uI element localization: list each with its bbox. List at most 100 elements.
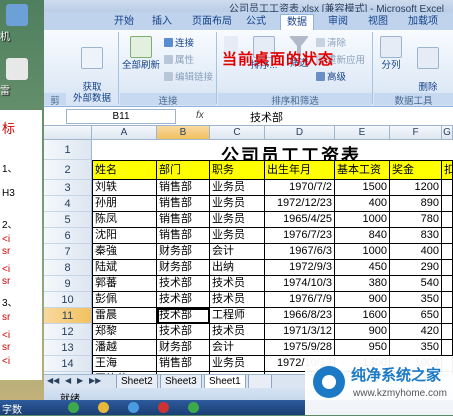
table-cell[interactable]: 陆斌 [92,260,157,276]
table-cell[interactable]: 400 [390,244,442,260]
row-header-3[interactable]: 3 [44,180,92,196]
table-cell[interactable]: 秦強 [92,244,157,260]
table-cell[interactable]: 业务员 [210,180,265,196]
row-header-4[interactable]: 4 [44,196,92,212]
table-cell[interactable]: 900 [335,324,390,340]
row-header-8[interactable]: 8 [44,260,92,276]
table-cell[interactable]: 销售部 [157,356,210,372]
table-cell[interactable]: 刘轶 [92,180,157,196]
row-header-9[interactable]: 9 [44,276,92,292]
select-all-corner[interactable] [44,126,92,140]
table-cell[interactable]: 1976/7/23 [265,228,335,244]
table-cell[interactable]: 财务部 [157,260,210,276]
row-header-10[interactable]: 10 [44,292,92,308]
table-cell[interactable]: 1974/10/3 [265,276,335,292]
taskbar-app-icon-5[interactable] [188,402,199,413]
column-header-g[interactable]: G [442,126,453,140]
active-cell[interactable]: 技术部 [157,308,210,324]
table-cell[interactable]: 840 [335,228,390,244]
table-header-cell[interactable]: 出生年月 [265,160,335,180]
table-cell[interactable]: 销售部 [157,212,210,228]
table-cell[interactable]: 会计 [210,244,265,260]
table-cell[interactable]: 雷晨 [92,308,157,324]
refresh-all-button[interactable]: 全部刷新 [120,36,162,71]
tab-view[interactable]: 视图 [362,14,394,30]
row-header-12[interactable]: 12 [44,324,92,340]
table-cell[interactable]: 1000 [335,244,390,260]
table-cell[interactable]: 技术部 [157,276,210,292]
row-header-11[interactable]: 11 [44,308,92,324]
table-cell[interactable]: 950 [335,340,390,356]
taskbar-app-icon-1[interactable] [68,402,79,413]
table-cell[interactable] [442,180,453,196]
table-cell[interactable]: 290 [390,260,442,276]
table-cell[interactable]: 财务部 [157,244,210,260]
edit-links-button[interactable]: 编辑链接 [164,69,213,83]
table-cell[interactable]: 540 [390,276,442,292]
table-cell[interactable]: 400 [335,196,390,212]
table-cell[interactable]: 650 [390,308,442,324]
table-header-cell[interactable]: 部门 [157,160,210,180]
clear-button[interactable]: 清除 [316,35,346,49]
sheet-tab-sheet1[interactable]: Sheet1 [204,375,246,389]
row-header-5[interactable]: 5 [44,212,92,228]
taskbar-app-icon-3[interactable] [128,402,139,413]
prev-sheet-icon[interactable]: ◀ [65,376,71,385]
table-cell[interactable] [442,340,453,356]
table-cell[interactable]: 1967/6/3 [265,244,335,260]
table-cell[interactable]: 潘越 [92,340,157,356]
table-cell[interactable]: 350 [390,340,442,356]
column-header-a[interactable]: A [92,126,157,140]
table-cell[interactable]: 1975/9/28 [265,340,335,356]
table-cell[interactable] [442,212,453,228]
table-cell[interactable]: 350 [390,292,442,308]
row-header-1[interactable]: 1 [44,140,92,160]
table-cell[interactable]: 工程师 [210,308,265,324]
table-cell[interactable] [442,292,453,308]
advanced-button[interactable]: 高级 [316,69,346,83]
column-header-b[interactable]: B [157,126,210,140]
tab-page-layout[interactable]: 页面布局 [186,14,238,30]
table-cell[interactable]: 业务员 [210,212,265,228]
table-cell[interactable]: 销售部 [157,180,210,196]
table-cell[interactable]: 1966/8/23 [265,308,335,324]
table-cell[interactable]: 380 [335,276,390,292]
column-header-d[interactable]: D [265,126,335,140]
connections-button[interactable]: 连接 [164,35,194,49]
table-cell[interactable] [442,228,453,244]
table-cell[interactable]: 业务员 [210,196,265,212]
table-cell[interactable]: 1972/9/3 [265,260,335,276]
table-cell[interactable]: 780 [390,212,442,228]
table-cell[interactable]: 会计 [210,340,265,356]
table-cell[interactable]: 出纳 [210,260,265,276]
table-header-cell[interactable]: 奖金 [390,160,442,180]
table-cell[interactable] [442,260,453,276]
column-header-c[interactable]: C [210,126,265,140]
table-cell[interactable]: 900 [335,292,390,308]
row-header-13[interactable]: 13 [44,340,92,356]
table-cell[interactable]: 1976/7/9 [265,292,335,308]
table-cell[interactable]: 1970/7/2 [265,180,335,196]
tab-data[interactable]: 数据 [280,14,314,31]
next-sheet-icon[interactable]: ▶ [77,376,83,385]
table-cell[interactable]: 技术员 [210,324,265,340]
table-cell[interactable]: 沈阳 [92,228,157,244]
tab-insert[interactable]: 插入 [146,14,178,30]
table-cell[interactable]: 王海 [92,356,157,372]
table-cell[interactable]: 技术部 [157,292,210,308]
table-cell[interactable]: 420 [390,324,442,340]
table-cell[interactable]: 1500 [335,180,390,196]
table-cell[interactable]: 业务员 [210,228,265,244]
table-cell[interactable]: 450 [335,260,390,276]
sheet-tab-sheet2[interactable]: Sheet2 [116,375,158,389]
table-cell[interactable]: 技术员 [210,292,265,308]
row-header-2[interactable]: 2 [44,160,92,180]
first-sheet-icon[interactable]: ◀◀ [47,376,59,385]
row-header-6[interactable]: 6 [44,228,92,244]
table-cell[interactable]: 1000 [335,212,390,228]
table-cell[interactable]: 1971/3/12 [265,324,335,340]
taskbar-app-icon-2[interactable] [98,402,109,413]
table-cell[interactable] [442,308,453,324]
taskbar-app-icon-4[interactable] [158,402,169,413]
table-cell[interactable]: 业务员 [210,356,265,372]
